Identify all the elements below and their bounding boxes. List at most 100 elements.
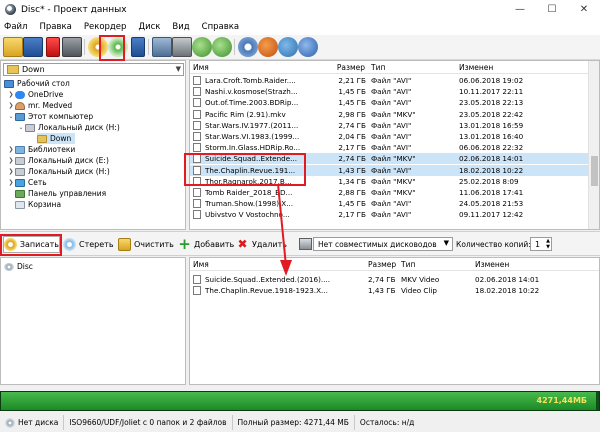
column-header-size[interactable]: Размер	[330, 61, 368, 74]
table-row[interactable]: Truman.Show.(1998).X... 1,45 ГБ Файл "AVI"…	[190, 198, 590, 209]
close-project-icon[interactable]	[46, 37, 60, 57]
stepper-arrows-icon[interactable]: ▲ ▼	[546, 238, 550, 250]
collapse-arrow-icon[interactable]: ⌄	[7, 113, 15, 120]
burn-flame-icon[interactable]	[258, 37, 278, 57]
clear-button[interactable]: Очистить	[118, 236, 174, 253]
table-row[interactable]: Lara.Croft.Tomb.Raider.... 2,21 ГБ Файл "A…	[190, 75, 590, 86]
file-type: Файл "AVI"	[371, 132, 412, 141]
tree-item-control-panel[interactable]: Панель управления	[15, 188, 106, 199]
minimize-icon[interactable]: —	[504, 0, 536, 19]
table-row[interactable]: Ubivstvo V Vostochno... 2,17 ГБ Файл "AVI"…	[190, 209, 590, 220]
table-row[interactable]: Thor.Ragnarok.2017.B... 1,34 ГБ Файл "MKV"…	[190, 176, 590, 187]
tree-item-onedrive[interactable]: ❯ OneDrive	[7, 89, 63, 100]
table-row[interactable]: Pacific Rim (2.91).mkv 2,98 ГБ Файл "MKV" 2…	[190, 109, 590, 120]
file-type: Файл "AVI"	[371, 98, 412, 108]
print-icon[interactable]	[62, 37, 82, 57]
update-icon[interactable]	[278, 37, 298, 57]
tree-item-disc[interactable]: Disc	[4, 261, 33, 272]
back-icon[interactable]	[192, 37, 212, 57]
new-project-icon[interactable]	[3, 37, 23, 57]
table-row[interactable]: Suicide.Squad..Extended.(2016).... 2,74 Г…	[190, 274, 590, 285]
drive-info-icon[interactable]	[152, 37, 172, 57]
maximize-icon[interactable]: ☐	[536, 0, 568, 19]
erase-button[interactable]: Стереть	[63, 236, 114, 253]
save-icon[interactable]	[23, 37, 43, 57]
recorder-icon[interactable]	[172, 37, 192, 57]
close-icon[interactable]: ✕	[568, 0, 600, 19]
add-to-disc-icon[interactable]	[108, 37, 128, 57]
tree-item-user[interactable]: ❯ mr. Medved	[7, 100, 72, 111]
vertical-scrollbar[interactable]	[588, 61, 599, 229]
tree-item-label: Локальный диск (E:)	[28, 156, 109, 165]
tree-item-drive-h[interactable]: ⌄ Локальный диск (H:)	[17, 122, 119, 133]
file-size: 2,17 ГБ	[338, 210, 366, 220]
table-row[interactable]: Out.of.Time.2003.BDRip... 1,45 ГБ Файл "AV…	[190, 97, 590, 108]
file-name: Suicide.Squad..Extende...	[205, 154, 297, 164]
expand-arrow-icon[interactable]: ❯	[7, 157, 15, 164]
expand-arrow-icon[interactable]: ❯	[7, 91, 15, 98]
column-header-modified[interactable]: Изменен	[472, 258, 599, 271]
settings-gear-icon[interactable]	[238, 37, 258, 57]
expand-arrow-icon[interactable]: ❯	[7, 168, 15, 175]
video-file-icon	[193, 176, 201, 186]
video-file-icon	[193, 132, 201, 141]
file-type: Файл "AVI"	[371, 76, 412, 85]
file-modified: 06.06.2018 19:02	[459, 76, 524, 85]
add-button[interactable]: + Добавить	[178, 236, 234, 253]
tree-item-label: Панель управления	[28, 189, 107, 198]
file-modified: 23.05.2018 22:13	[459, 98, 524, 108]
menu-file[interactable]: Файл	[4, 22, 27, 32]
column-header-modified[interactable]: Изменен	[456, 61, 590, 74]
menu-edit[interactable]: Правка	[39, 22, 71, 32]
drive-icon	[15, 156, 25, 165]
file-size: 2,74 ГБ	[338, 120, 366, 130]
file-modified: 09.11.2017 12:42	[459, 210, 524, 220]
file-name: Tomb Raider_2018_BD...	[205, 188, 293, 197]
tree-item-network[interactable]: ❯ Сеть	[7, 177, 46, 188]
table-row[interactable]: Suicide.Squad..Extende... 2,74 ГБ Файл "MK…	[190, 153, 590, 165]
scrollbar-thumb[interactable]	[591, 156, 598, 186]
file-modified: 11.06.2018 17:41	[459, 188, 524, 197]
table-row[interactable]: Tomb Raider_2018_BD... 2,88 ГБ Файл "MKV" 1…	[190, 187, 590, 198]
tree-item-this-pc[interactable]: ⌄ Этот компьютер	[7, 111, 93, 122]
drive-select[interactable]: Нет совместимых дисководов ▼	[313, 237, 453, 251]
disc-save-icon[interactable]	[131, 37, 145, 57]
info-icon[interactable]	[298, 37, 318, 57]
table-row[interactable]: Star.Wars.IV.1977.(2011... 2,74 ГБ Файл "A…	[190, 120, 590, 131]
tree-item-desktop[interactable]: Рабочий стол	[4, 78, 70, 89]
folder-path-combo[interactable]: Down ▼	[3, 63, 184, 76]
table-row[interactable]: Star.Wars.VI.1983.(1999... 2,04 ГБ Файл "A…	[190, 131, 590, 142]
menu-help[interactable]: Справка	[202, 22, 239, 32]
status-remaining: Осталось: н/д	[355, 415, 419, 430]
tree-item-recycle-bin[interactable]: Корзина	[15, 199, 61, 210]
file-modified: 06.06.2018 22:32	[459, 143, 524, 153]
expand-arrow-icon[interactable]: ❯	[7, 179, 15, 186]
table-row[interactable]: The.Chaplin.Revue.191... 1,43 ГБ Файл "AVI…	[190, 164, 590, 176]
burn-button[interactable]: Записать	[3, 236, 60, 253]
file-modified: 13.01.2018 16:40	[459, 132, 524, 141]
clear-icon	[118, 238, 131, 251]
column-header-type[interactable]: Тип	[398, 258, 472, 271]
forward-icon[interactable]	[212, 37, 232, 57]
open-disc-icon[interactable]	[88, 37, 108, 57]
tree-item-drive-h-2[interactable]: ❯ Локальный диск (H:)	[7, 166, 109, 177]
column-header-type[interactable]: Тип	[368, 61, 456, 74]
menu-disc[interactable]: Диск	[138, 22, 160, 32]
menu-recorder[interactable]: Рекордер	[84, 22, 127, 32]
copies-stepper[interactable]: 1 ▲ ▼	[530, 237, 552, 251]
tree-item-drive-e[interactable]: ❯ Локальный диск (E:)	[7, 155, 109, 166]
chevron-down-icon[interactable]: ▼	[444, 239, 449, 247]
menu-view[interactable]: Вид	[172, 22, 189, 32]
table-row[interactable]: The.Chaplin.Revue.1918-1923.X... 1,43 ГБ V…	[190, 285, 590, 296]
chevron-down-icon[interactable]: ▼	[176, 65, 181, 73]
file-type: Файл "AVI"	[371, 143, 412, 153]
table-row[interactable]: Nashi.v.kosmose(Strazh... 1,45 ГБ Файл "AV…	[190, 86, 590, 97]
expand-arrow-icon[interactable]: ❯	[7, 146, 15, 153]
column-header-size[interactable]: Размер	[365, 258, 398, 271]
expand-arrow-icon[interactable]: ❯	[7, 102, 15, 109]
tree-item-down[interactable]: Down	[37, 133, 76, 144]
table-row[interactable]: Storm.In.Glass.HDRip.Ro... 2,17 ГБ Файл "A…	[190, 142, 590, 153]
collapse-arrow-icon[interactable]: ⌄	[17, 124, 25, 131]
tree-item-libraries[interactable]: ❯ Библиотеки	[7, 144, 75, 155]
column-header-name[interactable]: Имя	[190, 61, 330, 74]
